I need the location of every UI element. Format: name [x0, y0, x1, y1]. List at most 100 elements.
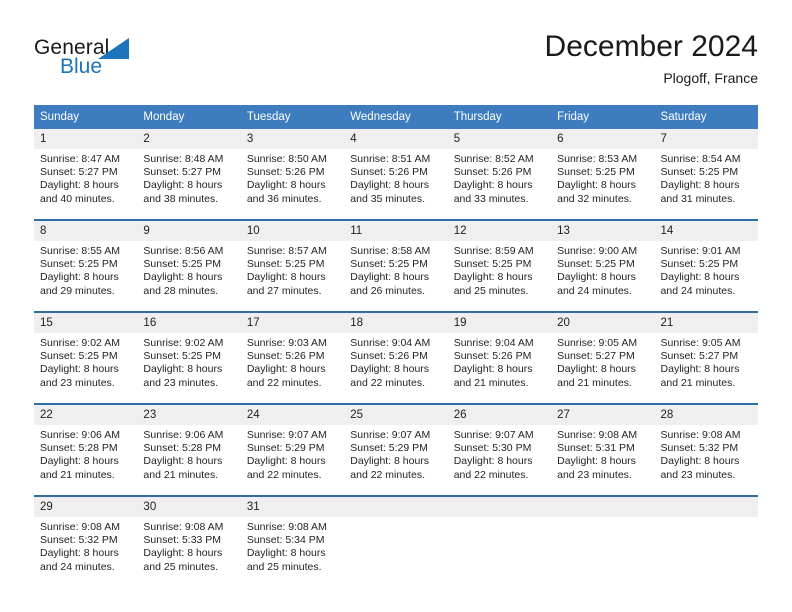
calendar-day-cell[interactable]: 12 Sunrise: 8:59 AM Sunset: 5:25 PM Dayligh…	[447, 219, 552, 305]
day-sun-info: Sunrise: 9:08 AM Sunset: 5:32 PM Daylight:…	[34, 517, 137, 574]
day-cell-content: 5 Sunrise: 8:52 AM Sunset: 5:26 PM Daylight…	[447, 129, 552, 213]
calendar-day-cell[interactable]: 13 Sunrise: 9:00 AM Sunset: 5:25 PM Dayligh…	[551, 219, 655, 305]
page-title: December 2024	[544, 30, 758, 63]
calendar-day-cell[interactable]: 27 Sunrise: 9:08 AM Sunset: 5:31 PM Dayligh…	[551, 403, 655, 489]
day-sun-info: Sunrise: 9:01 AM Sunset: 5:25 PM Daylight:…	[655, 241, 758, 298]
sunset-text: Sunset: 5:25 PM	[453, 258, 532, 271]
calendar-day-cell[interactable]: 18 Sunrise: 9:04 AM Sunset: 5:26 PM Dayligh…	[344, 311, 448, 397]
sunrise-text: Sunrise: 9:06 AM	[143, 429, 224, 441]
daylight-text-line2: and 23 minutes.	[557, 468, 632, 481]
calendar-day-cell-empty	[447, 495, 552, 581]
daylight-text-line1: Daylight: 8 hours	[557, 179, 636, 192]
daylight-text-line2: and 22 minutes.	[246, 468, 322, 481]
sunset-text: Sunset: 5:34 PM	[246, 534, 325, 547]
calendar-day-cell[interactable]: 10 Sunrise: 8:57 AM Sunset: 5:25 PM Dayligh…	[240, 219, 345, 305]
daylight-text-line2: and 27 minutes.	[246, 284, 322, 297]
daylight-text-line2: and 24 minutes.	[557, 284, 632, 297]
day-sun-info: Sunrise: 8:52 AM Sunset: 5:26 PM Daylight:…	[448, 149, 551, 206]
sunrise-text: Sunrise: 9:08 AM	[557, 429, 638, 441]
day-number	[551, 497, 655, 517]
sunrise-text: Sunrise: 9:05 AM	[557, 337, 638, 349]
calendar-body: 1 Sunrise: 8:47 AM Sunset: 5:27 PM Daylight…	[34, 129, 758, 581]
daylight-text-line1: Daylight: 8 hours	[350, 179, 430, 192]
day-cell-content: 10 Sunrise: 8:57 AM Sunset: 5:25 PM Dayligh…	[240, 221, 345, 305]
day-cell-content: 25 Sunrise: 9:07 AM Sunset: 5:29 PM Dayligh…	[344, 405, 448, 489]
calendar-day-cell[interactable]: 11 Sunrise: 8:58 AM Sunset: 5:25 PM Dayligh…	[344, 219, 448, 305]
day-number: 11	[344, 221, 448, 241]
daylight-text-line2: and 29 minutes.	[40, 284, 115, 297]
daylight-text-line2: and 21 minutes.	[660, 376, 736, 389]
calendar-day-cell[interactable]: 21 Sunrise: 9:05 AM Sunset: 5:27 PM Dayligh…	[654, 311, 758, 397]
day-cell-content: 27 Sunrise: 9:08 AM Sunset: 5:31 PM Dayligh…	[551, 405, 655, 489]
calendar-day-cell[interactable]: 14 Sunrise: 9:01 AM Sunset: 5:25 PM Dayligh…	[654, 219, 758, 305]
sunrise-text: Sunrise: 9:08 AM	[143, 521, 224, 533]
day-cell-content: 16 Sunrise: 9:02 AM Sunset: 5:25 PM Dayligh…	[137, 313, 241, 397]
calendar-day-cell[interactable]: 7 Sunrise: 8:54 AM Sunset: 5:25 PM Daylight…	[654, 129, 758, 213]
sunset-text: Sunset: 5:27 PM	[660, 350, 739, 363]
daylight-text-line1: Daylight: 8 hours	[246, 271, 326, 284]
calendar-day-cell[interactable]: 15 Sunrise: 9:02 AM Sunset: 5:25 PM Dayligh…	[34, 311, 138, 397]
calendar-day-cell[interactable]: 9 Sunrise: 8:56 AM Sunset: 5:25 PM Daylight…	[137, 219, 241, 305]
day-cell-content: 12 Sunrise: 8:59 AM Sunset: 5:25 PM Dayligh…	[447, 221, 552, 305]
sunset-text: Sunset: 5:25 PM	[246, 258, 325, 271]
day-cell-content: 29 Sunrise: 9:08 AM Sunset: 5:32 PM Dayligh…	[34, 497, 138, 581]
daylight-text-line2: and 23 minutes.	[143, 376, 219, 389]
weekday-header-saturday: Saturday	[654, 105, 758, 129]
weekday-header-wednesday: Wednesday	[344, 105, 448, 129]
calendar-day-cell[interactable]: 30 Sunrise: 9:08 AM Sunset: 5:33 PM Dayligh…	[137, 495, 241, 581]
calendar-day-cell[interactable]: 6 Sunrise: 8:53 AM Sunset: 5:25 PM Daylight…	[551, 129, 655, 213]
calendar-day-cell[interactable]: 16 Sunrise: 9:02 AM Sunset: 5:25 PM Dayligh…	[137, 311, 241, 397]
calendar-day-cell[interactable]: 26 Sunrise: 9:07 AM Sunset: 5:30 PM Dayligh…	[447, 403, 552, 489]
daylight-text-line1: Daylight: 8 hours	[40, 455, 119, 468]
sunset-text: Sunset: 5:26 PM	[350, 350, 428, 363]
day-number: 16	[137, 313, 241, 333]
sunset-text: Sunset: 5:25 PM	[143, 350, 222, 363]
calendar-day-cell[interactable]: 5 Sunrise: 8:52 AM Sunset: 5:26 PM Daylight…	[447, 129, 552, 213]
week-spacer-cell	[34, 213, 758, 220]
calendar-day-cell[interactable]: 3 Sunrise: 8:50 AM Sunset: 5:26 PM Daylight…	[240, 129, 345, 213]
calendar-day-cell[interactable]: 19 Sunrise: 9:04 AM Sunset: 5:26 PM Dayligh…	[447, 311, 552, 397]
day-number: 18	[344, 313, 448, 333]
day-cell-content: 6 Sunrise: 8:53 AM Sunset: 5:25 PM Daylight…	[551, 129, 655, 213]
daylight-text-line2: and 23 minutes.	[660, 468, 736, 481]
day-cell-content	[447, 497, 552, 581]
day-cell-content: 9 Sunrise: 8:56 AM Sunset: 5:25 PM Daylight…	[137, 221, 241, 305]
day-sun-info: Sunrise: 8:53 AM Sunset: 5:25 PM Daylight:…	[551, 149, 654, 206]
calendar-week-row: 15 Sunrise: 9:02 AM Sunset: 5:25 PM Dayligh…	[34, 311, 758, 397]
calendar-day-cell[interactable]: 24 Sunrise: 9:07 AM Sunset: 5:29 PM Dayligh…	[240, 403, 345, 489]
calendar-day-cell[interactable]: 20 Sunrise: 9:05 AM Sunset: 5:27 PM Dayligh…	[551, 311, 655, 397]
calendar-day-cell[interactable]: 4 Sunrise: 8:51 AM Sunset: 5:26 PM Daylight…	[344, 129, 448, 213]
day-cell-content: 20 Sunrise: 9:05 AM Sunset: 5:27 PM Dayligh…	[551, 313, 655, 397]
calendar-day-cell[interactable]: 29 Sunrise: 9:08 AM Sunset: 5:32 PM Dayligh…	[34, 495, 138, 581]
brand-logo[interactable]: General Blue	[34, 36, 214, 88]
calendar-day-cell[interactable]: 28 Sunrise: 9:08 AM Sunset: 5:32 PM Dayligh…	[654, 403, 758, 489]
daylight-text-line2: and 22 minutes.	[350, 376, 425, 389]
weekday-header-tuesday: Tuesday	[240, 105, 345, 129]
day-cell-content: 18 Sunrise: 9:04 AM Sunset: 5:26 PM Dayligh…	[344, 313, 448, 397]
calendar-day-cell[interactable]: 23 Sunrise: 9:06 AM Sunset: 5:28 PM Dayligh…	[137, 403, 241, 489]
calendar-day-cell[interactable]: 1 Sunrise: 8:47 AM Sunset: 5:27 PM Daylight…	[34, 129, 138, 213]
calendar-day-cell[interactable]: 2 Sunrise: 8:48 AM Sunset: 5:27 PM Daylight…	[137, 129, 241, 213]
day-cell-content: 1 Sunrise: 8:47 AM Sunset: 5:27 PM Daylight…	[34, 129, 138, 213]
calendar-day-cell[interactable]: 17 Sunrise: 9:03 AM Sunset: 5:26 PM Dayligh…	[240, 311, 345, 397]
day-cell-content: 3 Sunrise: 8:50 AM Sunset: 5:26 PM Daylight…	[240, 129, 345, 213]
sunset-text: Sunset: 5:33 PM	[143, 534, 222, 547]
daylight-text-line1: Daylight: 8 hours	[350, 271, 430, 284]
sunrise-text: Sunrise: 9:08 AM	[660, 429, 741, 441]
sunset-text: Sunset: 5:25 PM	[557, 258, 635, 271]
daylight-text-line2: and 31 minutes.	[660, 192, 736, 205]
day-cell-content: 13 Sunrise: 9:00 AM Sunset: 5:25 PM Dayligh…	[551, 221, 655, 305]
calendar-day-cell[interactable]: 25 Sunrise: 9:07 AM Sunset: 5:29 PM Dayligh…	[344, 403, 448, 489]
sunrise-text: Sunrise: 9:08 AM	[246, 521, 327, 533]
day-number: 15	[34, 313, 138, 333]
calendar-day-cell[interactable]: 22 Sunrise: 9:06 AM Sunset: 5:28 PM Dayligh…	[34, 403, 138, 489]
calendar-day-cell[interactable]: 31 Sunrise: 9:08 AM Sunset: 5:34 PM Dayligh…	[240, 495, 345, 581]
day-number: 13	[551, 221, 655, 241]
sunset-text: Sunset: 5:26 PM	[246, 166, 325, 179]
day-cell-content: 31 Sunrise: 9:08 AM Sunset: 5:34 PM Dayligh…	[240, 497, 345, 581]
day-sun-info: Sunrise: 8:55 AM Sunset: 5:25 PM Daylight:…	[34, 241, 137, 298]
calendar-day-cell[interactable]: 8 Sunrise: 8:55 AM Sunset: 5:25 PM Daylight…	[34, 219, 138, 305]
sunset-text: Sunset: 5:25 PM	[557, 166, 635, 179]
daylight-text-line2: and 21 minutes.	[557, 376, 632, 389]
daylight-text-line1: Daylight: 8 hours	[246, 363, 326, 376]
